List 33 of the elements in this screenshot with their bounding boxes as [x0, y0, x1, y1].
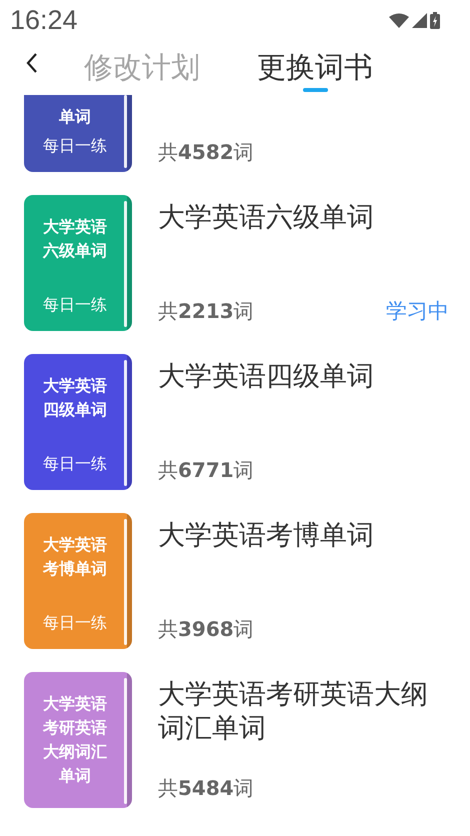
book-title[interactable]: 大学英语六级单词: [158, 195, 446, 235]
status-label: 学习中: [386, 298, 449, 325]
cover-text: 考博单词: [43, 558, 107, 580]
battery-icon: [430, 12, 440, 28]
cover-text: 单词: [59, 765, 91, 787]
word-count: 共6771词: [158, 457, 255, 484]
word-count: 共5484词: [158, 775, 255, 802]
book-title[interactable]: 大学英语考博单词: [158, 513, 446, 553]
cover-tagline: 每日一练: [43, 295, 107, 315]
signal-icon: [412, 12, 427, 28]
word-count: 共2213词: [158, 298, 255, 324]
cover-text: 六级单词: [43, 240, 107, 262]
book-title[interactable]: 大学英语考研英语大纲词汇单词: [158, 672, 446, 746]
book-cover[interactable]: 单词 每日一练: [24, 95, 132, 172]
cover-tagline: 每日一练: [43, 136, 107, 156]
status-time: 16:24: [10, 4, 79, 36]
tab-indicator: [303, 88, 328, 92]
word-count: 共3968词: [158, 616, 255, 643]
cover-text: 大学英语: [43, 534, 107, 556]
book-title[interactable]: 大学英语四级单词: [158, 354, 446, 394]
cover-text: 大学英语: [43, 216, 107, 238]
cover-tagline: 每日一练: [43, 613, 107, 633]
cover-text: 考研英语: [43, 717, 107, 739]
cover-text: 单词: [59, 106, 91, 128]
cover-text: 大纲词汇: [43, 741, 107, 763]
tab[interactable]: 更换词书: [257, 40, 373, 92]
cover-text: 大学英语: [43, 375, 107, 397]
cover-text: 四级单词: [43, 399, 107, 421]
word-count: 共4582词: [158, 139, 255, 166]
wifi-icon: [389, 12, 409, 28]
cover-tagline: 每日一练: [43, 454, 107, 474]
cover-text: 大学英语: [43, 693, 107, 715]
book-cover[interactable]: 大学英语 四级单词 每日一练: [24, 354, 132, 490]
